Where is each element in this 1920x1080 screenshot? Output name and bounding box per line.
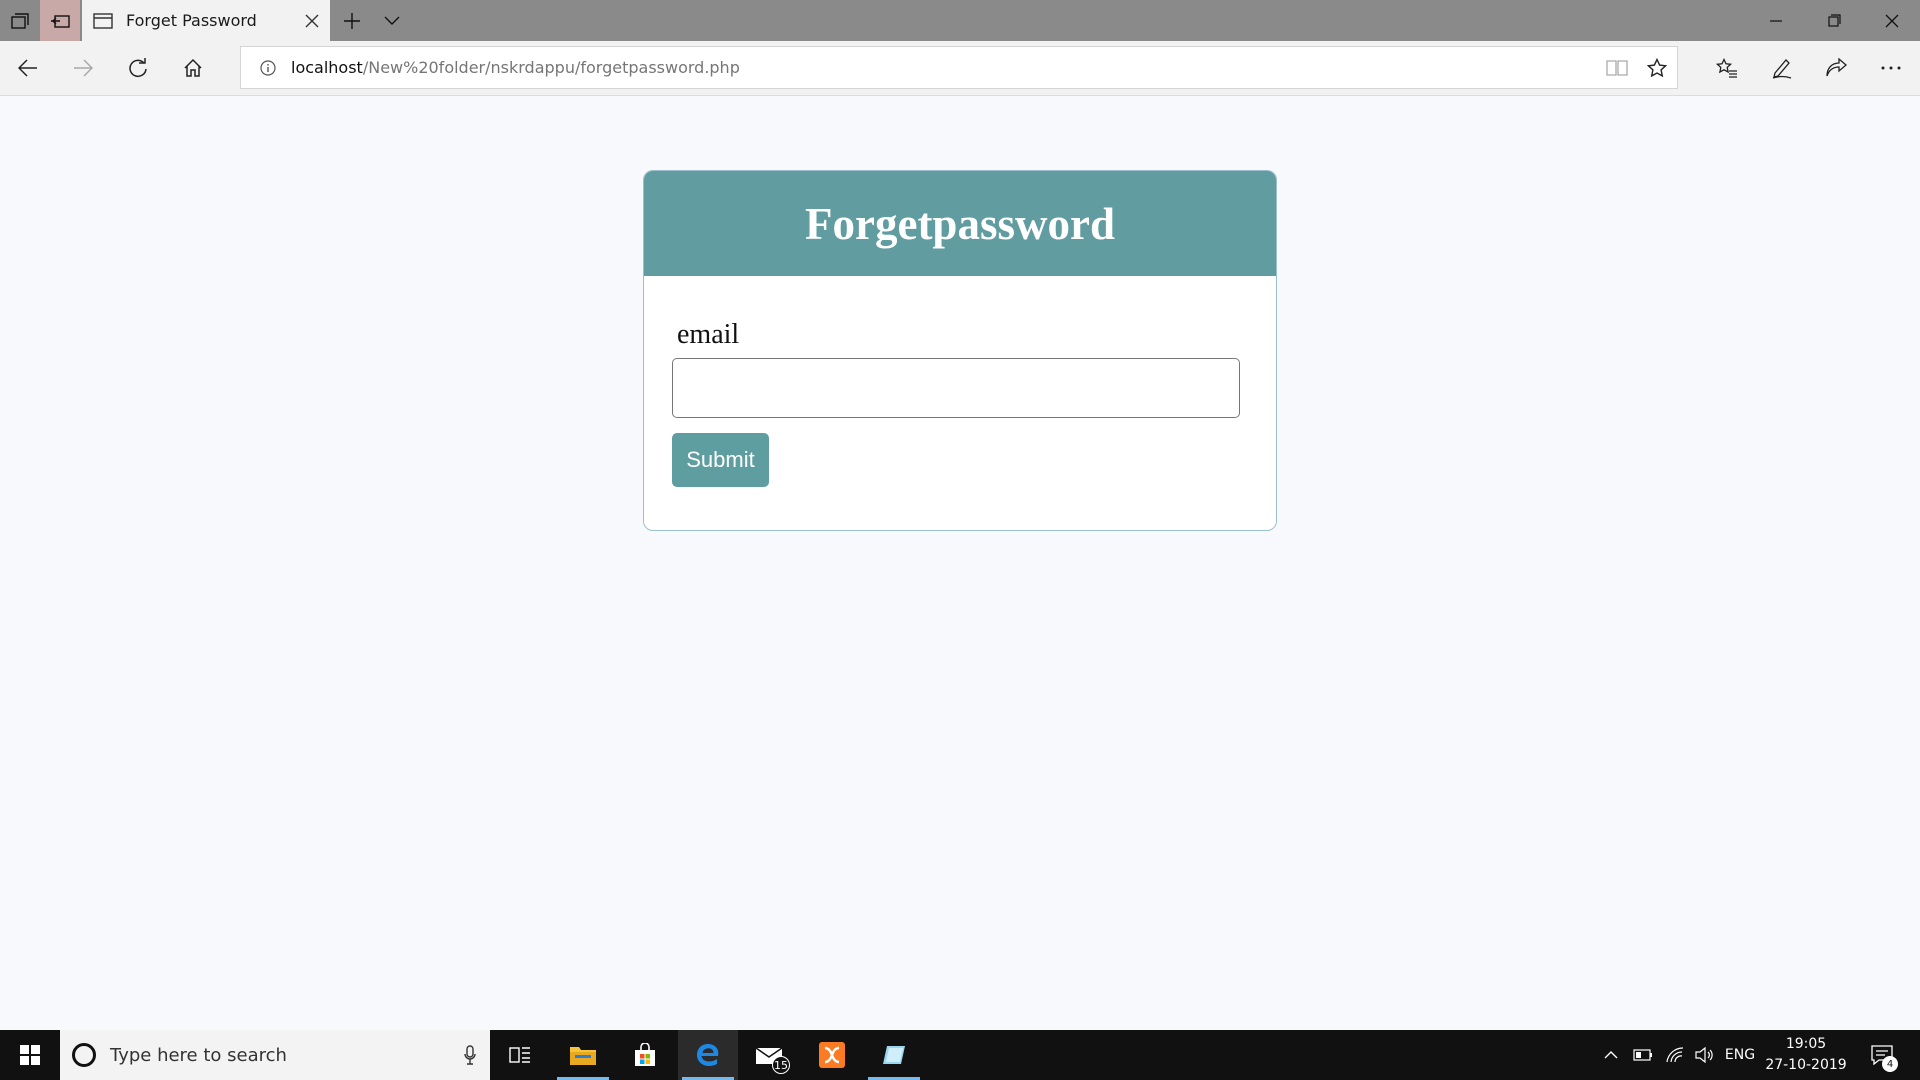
page-icon — [92, 12, 114, 30]
url-host: localhost — [291, 58, 363, 77]
taskbar-search[interactable]: Type here to search — [60, 1030, 490, 1080]
volume-button[interactable] — [1690, 1030, 1720, 1080]
windows-logo-icon — [20, 1045, 40, 1065]
taskbar-edge[interactable] — [678, 1030, 738, 1080]
address-bar[interactable]: localhost/New%20folder/nskrdappu/forgetp… — [240, 46, 1678, 89]
taskbar-file-explorer[interactable] — [553, 1030, 613, 1080]
tabs-aside-icon — [11, 12, 29, 29]
page-title: Forgetpassword — [805, 198, 1115, 249]
start-button[interactable] — [0, 1030, 60, 1080]
set-aside-icon — [51, 14, 70, 28]
wifi-icon — [1666, 1047, 1684, 1063]
microphone-icon[interactable] — [450, 1045, 490, 1065]
email-label: email — [677, 319, 740, 350]
browser-toolbar: localhost/New%20folder/nskrdappu/forgetp… — [0, 41, 1920, 96]
close-icon — [1885, 14, 1899, 27]
clock[interactable]: 19:05 27-10-2019 — [1760, 1034, 1852, 1076]
speaker-icon — [1695, 1047, 1713, 1063]
input-language-button[interactable]: ENG — [1718, 1030, 1762, 1080]
store-icon — [635, 1043, 655, 1066]
xampp-icon — [819, 1042, 845, 1068]
cortana-icon — [72, 1043, 96, 1067]
arrow-left-icon — [18, 59, 37, 77]
taskbar-xampp[interactable] — [802, 1030, 862, 1080]
edge-browser-icon — [697, 1044, 719, 1066]
notification-badge: 4 — [1882, 1056, 1898, 1072]
form-header: Forgetpassword — [644, 171, 1276, 276]
app-window-icon — [883, 1046, 905, 1064]
action-center-button[interactable]: 4 — [1858, 1030, 1906, 1080]
mail-badge: 15 — [772, 1056, 790, 1074]
reading-view-button[interactable] — [1597, 47, 1637, 89]
tab-title: Forget Password — [126, 11, 257, 30]
search-placeholder: Type here to search — [110, 1044, 287, 1066]
taskbar-app[interactable] — [864, 1030, 924, 1080]
favorites-list-icon — [1716, 58, 1737, 78]
add-notes-button[interactable] — [1756, 41, 1808, 95]
info-icon[interactable] — [257, 57, 279, 79]
url-text[interactable]: localhost/New%20folder/nskrdappu/forgetp… — [291, 58, 1597, 77]
battery-icon — [1633, 1049, 1652, 1061]
task-view-icon — [509, 1047, 530, 1063]
share-icon — [1826, 58, 1847, 77]
forward-button[interactable] — [57, 41, 109, 95]
star-icon — [1647, 57, 1667, 77]
chevron-down-icon — [384, 16, 400, 25]
email-input[interactable] — [672, 358, 1240, 418]
tab-preview-button[interactable] — [372, 0, 412, 41]
tabs-aside-button[interactable] — [0, 0, 40, 41]
set-aside-tabs-button[interactable] — [40, 0, 80, 41]
home-button[interactable] — [167, 41, 219, 95]
add-favorite-button[interactable] — [1637, 47, 1677, 89]
chevron-up-icon — [1604, 1051, 1618, 1059]
pen-icon — [1772, 59, 1792, 79]
network-button[interactable] — [1660, 1030, 1690, 1080]
reading-view-icon — [1606, 59, 1628, 76]
favorites-button[interactable] — [1701, 41, 1753, 95]
refresh-button[interactable] — [112, 41, 164, 95]
url-path: /New%20folder/nskrdappu/forgetpassword.p… — [362, 58, 740, 77]
minimize-icon — [1770, 19, 1782, 22]
taskbar-mail[interactable]: 15 — [740, 1030, 800, 1080]
home-icon — [184, 58, 202, 77]
share-button[interactable] — [1810, 41, 1862, 95]
close-icon — [305, 14, 319, 27]
more-icon — [1881, 66, 1901, 70]
tab-close-button[interactable] — [294, 0, 330, 41]
restore-icon — [1827, 14, 1841, 27]
submit-button[interactable]: Submit — [672, 433, 769, 487]
plus-icon — [344, 12, 360, 29]
show-hidden-icons-button[interactable] — [1596, 1030, 1626, 1080]
language-indicator: ENG — [1724, 1047, 1756, 1063]
taskbar-store[interactable] — [615, 1030, 675, 1080]
back-button[interactable] — [2, 41, 54, 95]
clock-date: 27-10-2019 — [1765, 1057, 1847, 1073]
task-view-button[interactable] — [490, 1030, 550, 1080]
taskbar: Type here to search 15 ENG 19:05 27-10-2… — [0, 1030, 1920, 1080]
browser-tab-active[interactable]: Forget Password — [82, 0, 330, 41]
forget-password-form: Forgetpassword email Submit — [643, 170, 1277, 531]
refresh-icon — [129, 58, 147, 78]
close-window-button[interactable] — [1864, 0, 1920, 41]
minimize-button[interactable] — [1748, 0, 1804, 41]
battery-button[interactable] — [1628, 1030, 1658, 1080]
clock-time: 19:05 — [1785, 1036, 1827, 1052]
new-tab-button[interactable] — [332, 0, 372, 41]
more-button[interactable] — [1865, 41, 1917, 95]
arrow-right-icon — [74, 59, 93, 77]
browser-tab-strip: Forget Password — [0, 0, 1920, 41]
folder-icon — [570, 1047, 596, 1065]
restore-button[interactable] — [1806, 0, 1862, 41]
